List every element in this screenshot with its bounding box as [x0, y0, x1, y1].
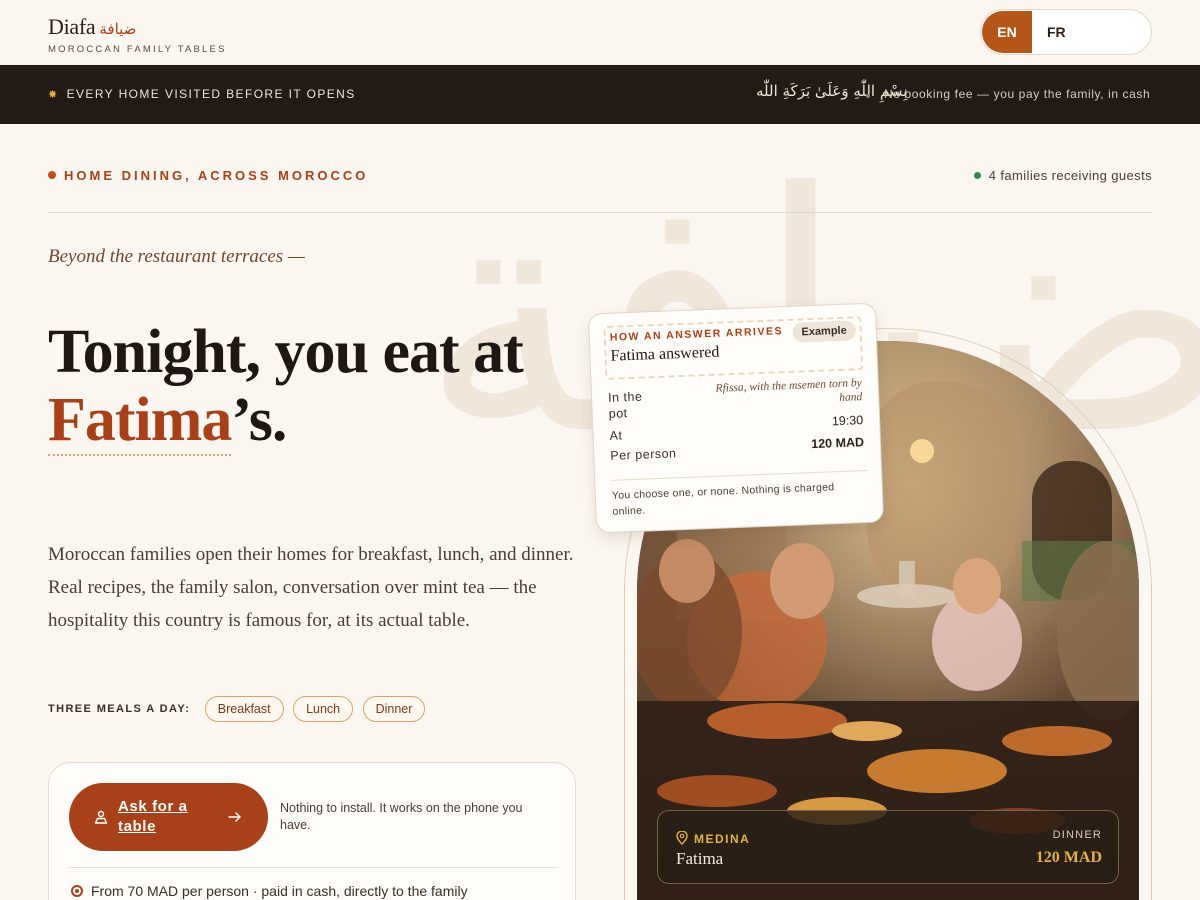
meal-chip-lunch[interactable]: Lunch — [293, 696, 354, 722]
row-label-price: Per person — [610, 446, 677, 463]
headline-host-name: Fatima — [48, 386, 232, 456]
banner-left: ✸ EVERY HOME VISITED BEFORE IT OPENS — [48, 87, 356, 101]
hero-kicker: Beyond the restaurant terraces — — [48, 246, 305, 267]
hero-headline: Tonight, you eat at Fatima’s. — [48, 318, 524, 456]
banner-left-text: EVERY HOME VISITED BEFORE IT OPENS — [66, 87, 356, 101]
row-value-time: 19:30 — [831, 413, 864, 429]
cta-divider — [69, 867, 557, 868]
price-line-text: From 70 MAD per person · paid in cash, d… — [91, 883, 468, 899]
meals-row: THREE MEALS A DAY: Breakfast Lunch Dinne… — [48, 696, 430, 722]
meal-chip-breakfast[interactable]: Breakfast — [204, 696, 284, 722]
answer-title: Fatima answered — [610, 343, 720, 365]
lang-option-fr[interactable]: FR — [1047, 11, 1066, 53]
location-pin-icon — [676, 830, 688, 845]
cta-note: Nothing to install. It works on the phon… — [280, 801, 523, 832]
answer-footer: You choose one, or none. Nothing is char… — [611, 481, 835, 518]
families-status: 4 families receiving guests — [973, 168, 1152, 183]
answer-example-card: HOW AN ANSWER ARRIVES Fatima answered Ex… — [587, 302, 885, 534]
meal-chip-dinner[interactable]: Dinner — [362, 696, 426, 722]
ask-for-table-label: Ask for a table — [118, 798, 188, 835]
site-header: Diafa ضيافة MOROCCAN FAMILY TABLES EN FR — [0, 0, 1200, 65]
person-icon — [94, 810, 108, 824]
answer-card-header: HOW AN ANSWER ARRIVES Fatima answered Ex… — [603, 316, 864, 380]
meals-label: THREE MEALS A DAY: — [48, 703, 191, 715]
brand-name: Diafa — [48, 14, 96, 39]
ask-for-table-button[interactable]: Ask for a table — [69, 783, 268, 851]
badge-price: 120 MAD — [1035, 849, 1102, 866]
badge-meal: DINNER — [1052, 829, 1102, 841]
banner-right-text: No booking fee — you pay the family, in … — [884, 87, 1151, 101]
divider — [48, 212, 1152, 213]
cta-card: Ask for a table Nothing to install. It w… — [48, 762, 576, 900]
badge-host-name: Fatima — [676, 849, 724, 868]
trust-banner: ✸ EVERY HOME VISITED BEFORE IT OPENS بِسْ… — [0, 65, 1200, 124]
lang-option-en[interactable]: EN — [982, 11, 1032, 53]
status-dot — [973, 172, 981, 179]
headline-suffix: ’s. — [231, 386, 287, 454]
row-label-dish: In the pot — [607, 389, 643, 421]
headline-line1: Tonight, you eat at — [48, 318, 524, 386]
arrow-right-icon — [228, 812, 241, 822]
families-status-text: 4 families receiving guests — [988, 168, 1152, 183]
banner-separator — [866, 94, 870, 98]
brand[interactable]: Diafa ضيافة MOROCCAN FAMILY TABLES — [48, 14, 224, 55]
price-line: From 70 MAD per person · paid in cash, d… — [71, 883, 468, 899]
brand-tagline: MOROCCAN FAMILY TABLES — [48, 44, 227, 55]
language-switch: EN FR — [980, 9, 1152, 55]
row-value-price: 120 MAD — [810, 435, 865, 452]
badge-location-text: MEDINA — [694, 832, 751, 846]
badge-location: MEDINA — [676, 830, 751, 846]
row-value-dish: Rfissa, with the msemen torn by hand — [715, 377, 863, 405]
example-badge: Example — [792, 320, 857, 343]
hero-lead: Moroccan families open their homes for b… — [48, 544, 574, 631]
host-badge: MEDINA Fatima DINNER 120 MAD — [657, 810, 1119, 884]
answer-eyebrow: HOW AN ANSWER ARRIVES — [609, 325, 784, 344]
hero-eyebrow: HOME DINING, ACROSS MOROCCO — [48, 168, 368, 183]
row-label-time: At — [609, 428, 623, 443]
eyebrow-dot — [48, 171, 56, 179]
hero-eyebrow-text: HOME DINING, ACROSS MOROCCO — [64, 168, 369, 183]
location-pin-icon — [71, 885, 83, 897]
brand-arabic: ضيافة — [99, 20, 137, 38]
star-icon: ✸ — [48, 89, 59, 101]
